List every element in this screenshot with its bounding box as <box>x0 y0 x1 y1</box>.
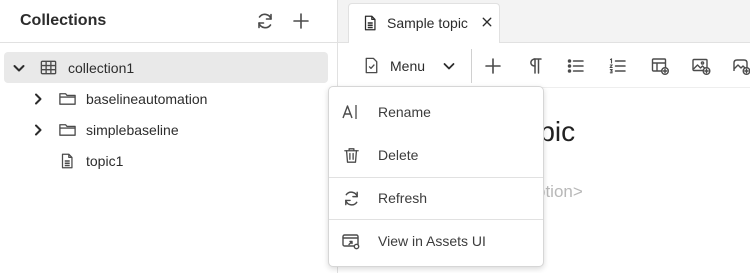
tab-sample-topic[interactable]: Sample topic <box>348 3 500 43</box>
menu-button[interactable]: Menu <box>354 51 468 81</box>
tab-bar: Sample topic <box>338 0 750 43</box>
chevron-right-icon[interactable] <box>31 92 45 106</box>
chevron-right-icon[interactable] <box>31 123 45 137</box>
menu-item-refresh[interactable]: Refresh <box>329 177 543 219</box>
bullet-list-icon[interactable] <box>564 54 588 78</box>
chevron-down-icon[interactable] <box>12 61 26 75</box>
collections-panel: Collections collection1 baselineautomati… <box>0 0 338 273</box>
menu-item-label: Refresh <box>378 190 428 206</box>
menu-item-view-in-assets-ui[interactable]: View in Assets UI <box>329 220 543 262</box>
trash-icon <box>341 145 361 165</box>
menu-item-label: Rename <box>378 104 431 120</box>
panel-title: Collections <box>20 12 107 29</box>
refresh-icon <box>341 188 361 208</box>
insert-image-icon[interactable] <box>689 54 713 78</box>
paragraph-icon[interactable] <box>523 54 547 78</box>
view-assets-icon <box>341 231 361 251</box>
tree-item-collection1[interactable]: collection1 <box>4 52 328 83</box>
plus-icon[interactable] <box>481 54 505 78</box>
menu-item-delete[interactable]: Delete <box>329 134 543 176</box>
insert-table-icon[interactable] <box>648 54 672 78</box>
toolbar-separator <box>471 49 472 83</box>
document-icon <box>57 151 77 171</box>
refresh-icon[interactable] <box>254 10 276 32</box>
menu-document-icon <box>362 56 382 76</box>
tree-item-label: baselineautomation <box>86 91 208 107</box>
table-icon <box>38 58 58 78</box>
close-icon[interactable] <box>479 14 495 30</box>
tab-label: Sample topic <box>387 15 468 31</box>
plus-icon[interactable] <box>290 10 312 32</box>
menu-item-label: Delete <box>378 147 419 163</box>
tree-item-baselineautomation[interactable]: baselineautomation <box>4 83 328 114</box>
chevron-down-icon <box>442 59 456 73</box>
tree-item-simplebaseline[interactable]: simplebaseline <box>4 114 328 145</box>
folder-icon <box>57 120 77 140</box>
collection-tree: collection1 baselineautomation simplebas… <box>4 52 328 176</box>
rename-icon <box>341 102 361 122</box>
folder-icon <box>57 89 77 109</box>
menu-label: Menu <box>390 58 426 74</box>
tree-item-topic1[interactable]: topic1 <box>4 145 328 176</box>
menu-item-label: View in Assets UI <box>378 233 486 249</box>
tree-item-label: simplebaseline <box>86 122 179 138</box>
document-icon <box>361 14 379 32</box>
numbered-list-icon[interactable] <box>606 54 630 78</box>
insert-media-icon[interactable] <box>729 54 750 78</box>
editor-toolbar: Menu <box>338 43 750 88</box>
collections-header: Collections <box>0 0 337 43</box>
tree-item-label: collection1 <box>68 60 135 76</box>
context-menu: Rename Delete Refresh View in Assets UI <box>328 86 544 267</box>
menu-item-rename[interactable]: Rename <box>329 91 543 133</box>
tree-item-label: topic1 <box>86 153 124 169</box>
